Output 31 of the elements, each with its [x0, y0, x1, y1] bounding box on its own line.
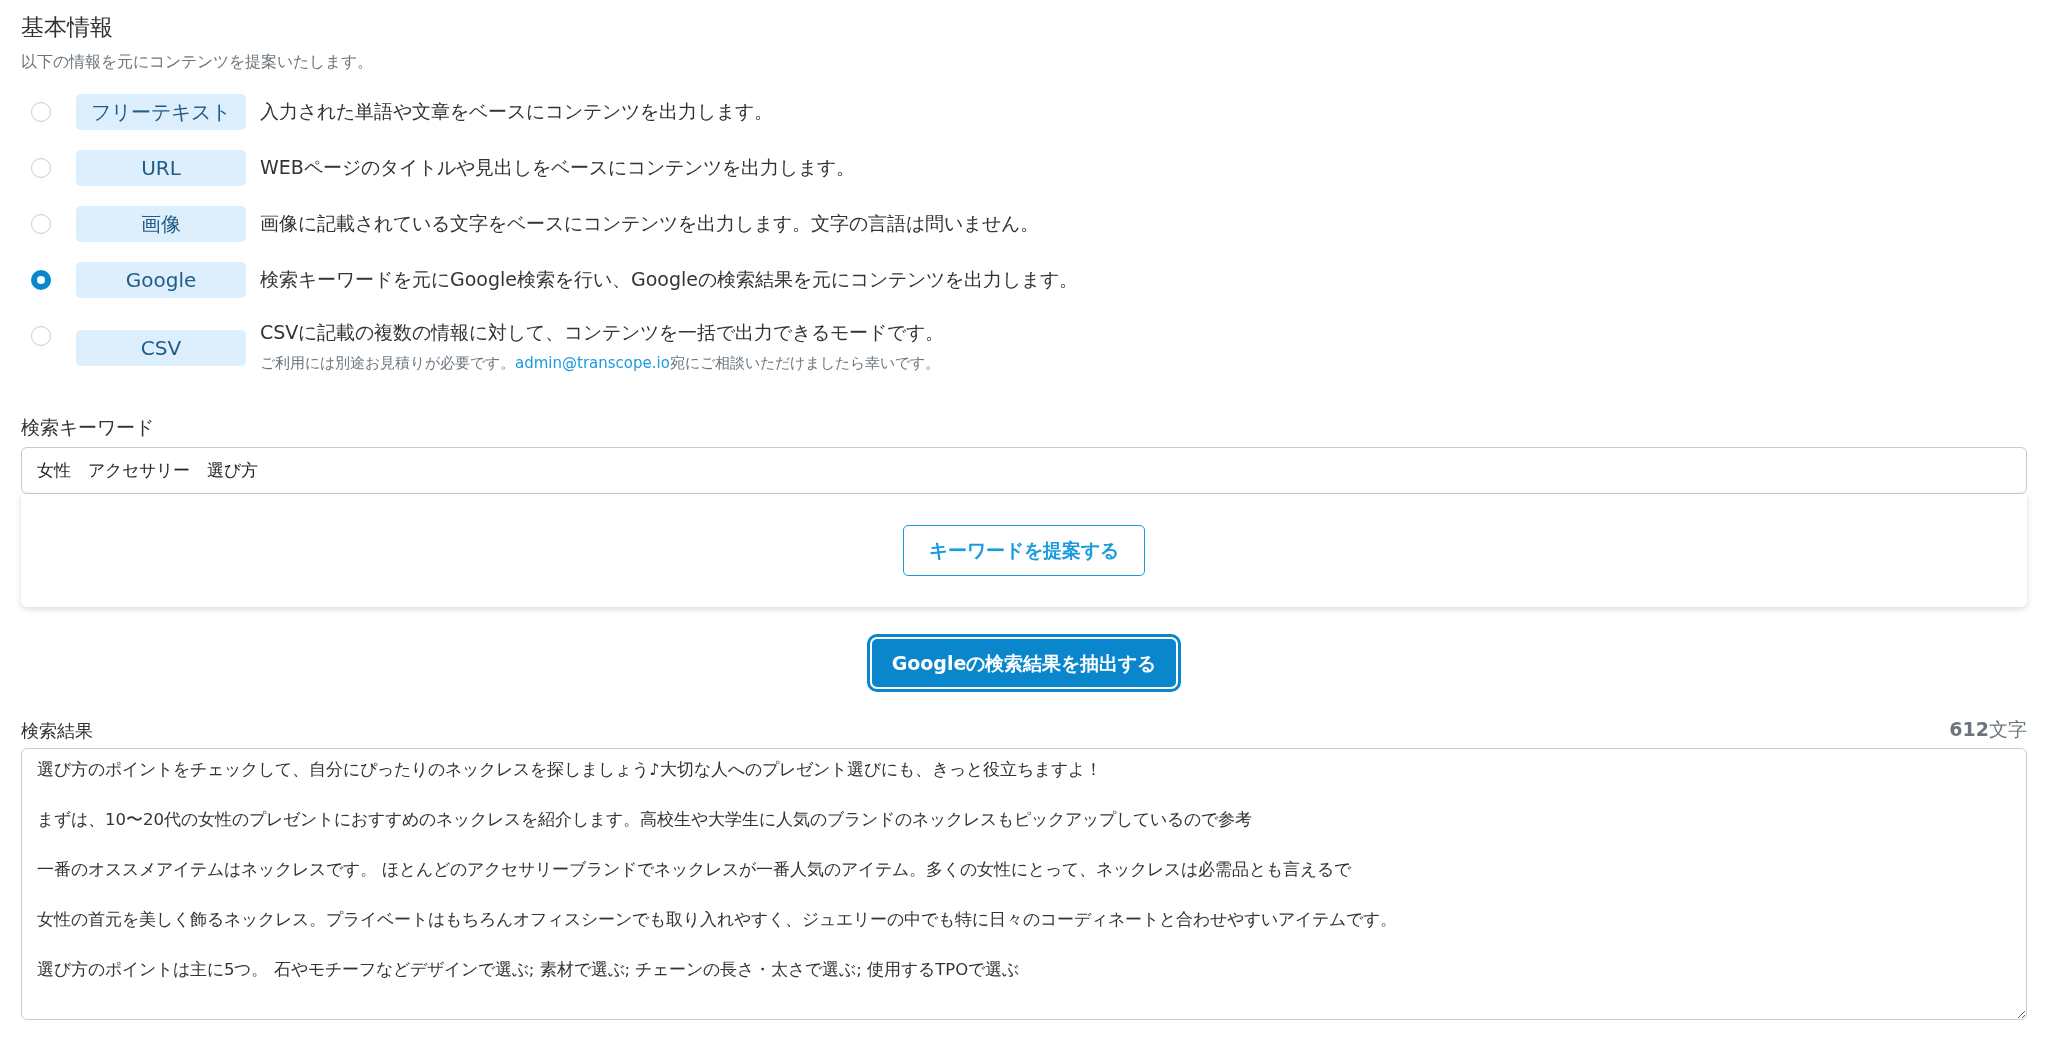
suggest-button[interactable]: キーワードを提案する [903, 525, 1145, 577]
mode-note: ご利用には別途お見積りが必要です。admin@transcope.io宛にご相談いただけましたら幸いです。 [260, 353, 941, 375]
radio-button[interactable] [31, 101, 51, 122]
mode-description: WEBページのタイトルや見出しをベースにコンテンツを出力します。 [260, 155, 855, 181]
mode-label: CSV [76, 329, 246, 366]
radio-button[interactable] [31, 213, 51, 234]
field-label: 検索結果 [21, 718, 93, 743]
mode-description: 入力された単語や文章をベースにコンテンツを出力します。 [260, 99, 773, 125]
mode-label: フリーテキスト [76, 93, 246, 130]
radio-button[interactable] [31, 325, 51, 346]
mode-label: 画像 [76, 205, 246, 242]
keyword-input[interactable]: 女性 アクセサリー 選び方 [21, 447, 2027, 495]
extract-button[interactable]: Googleの検索結果を抽出する [870, 637, 1178, 690]
mode-label: Google [76, 261, 246, 298]
mode-label: URL [76, 149, 246, 186]
email-link[interactable]: admin@transcope.io [515, 354, 670, 373]
section-title: 基本情報 [21, 14, 114, 42]
mode-description: 画像に記載されている文字をベースにコンテンツを出力します。文字の言語は問いません。 [260, 211, 1039, 237]
result-paragraph: 選び方のポイントは主に5つ。 石やモチーフなどデザインで選ぶ; 素材で選ぶ; チェーンの長さ・太さで選ぶ; 使用するTPOで選ぶ [37, 958, 1021, 981]
mode-description: 検索キーワードを元にGoogle検索を行い、Googleの検索結果を元にコンテンツを出力します。 [260, 267, 1078, 293]
mode-description: CSVに記載の複数の情報に対して、コンテンツを一括で出力できるモードです。 [260, 319, 945, 345]
radio-button[interactable] [31, 269, 51, 290]
section-subtitle: 以下の情報を元にコンテンツを提案いたします。 [21, 50, 374, 73]
field-label: 検索キーワード [21, 414, 155, 440]
character-count: 612文字 [1949, 717, 2027, 743]
result-paragraph: 女性の首元を美しく飾るネックレス。プライベートはもちろんオフィスシーンでも取り入れやすく、ジュエリーの中でも特に日々のコーディネートと合わせやすいアイテムです。 [37, 908, 1398, 931]
radio-button[interactable] [31, 157, 51, 178]
result-paragraph: 一番のオススメアイテムはネックレスです。 ほとんどのアクセサリーブランドでネックレスが一番人気のアイテム。多くの女性にとって、ネックレスは必需品とも言えるで [37, 858, 1353, 881]
results-textarea[interactable] [21, 747, 2027, 1020]
result-paragraph: 選び方のポイントをチェックして、自分にぴったりのネックレスを探しましょう♪大切な人へのプレゼント選びにも、きっと役立ちますよ！ [37, 758, 1103, 781]
result-paragraph: まずは、10〜20代の女性のプレゼントにおすすめのネックレスを紹介します。高校生や大学生に人気のブランドのネックレスもピックアップしているので参考 [37, 808, 1253, 831]
